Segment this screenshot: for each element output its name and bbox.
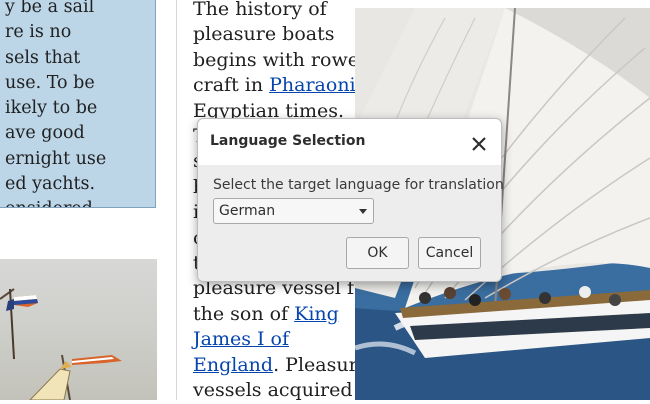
left-text-line: y be a sail — [5, 0, 95, 17]
article-line: England. Pleasure — [193, 353, 369, 378]
dialog-title: Language Selection — [210, 133, 366, 149]
article-text-fragment: craft in — [193, 74, 270, 97]
language-selection-dialog: Language Selection Select the target lan… — [197, 118, 504, 282]
article-line: The history of — [193, 0, 327, 20]
article-line: begins with rowed — [193, 48, 372, 71]
ship-flags-image — [0, 259, 157, 400]
king-james-link[interactable]: King — [294, 303, 339, 325]
article-line: James I of — [193, 327, 353, 352]
cancel-button[interactable]: Cancel — [418, 237, 481, 269]
language-dropdown[interactable]: German — [213, 198, 374, 224]
england-link[interactable]: England — [193, 354, 273, 376]
king-james-link-cont[interactable]: James I of — [193, 328, 289, 350]
ok-button[interactable]: OK — [346, 237, 409, 269]
left-text-line: ave good — [5, 123, 85, 144]
column-divider — [176, 0, 177, 400]
left-text-line: re is no — [5, 22, 72, 43]
close-button[interactable] — [471, 136, 487, 152]
language-prompt: Select the target language for translati… — [213, 177, 504, 193]
article-line: the son of King — [193, 302, 353, 327]
ship-flags-illustration — [0, 288, 122, 400]
left-text-line: onsidered — [5, 197, 155, 207]
left-text-line: ikely to be — [5, 98, 98, 119]
article-line: pleasure boats — [193, 23, 335, 46]
left-text-line: ernight use — [5, 148, 107, 169]
left-text-line: sels that — [5, 47, 81, 68]
left-text-line: ed yachts. — [5, 174, 96, 195]
pharaonic-link[interactable]: Pharaonic — [269, 74, 366, 96]
left-text-line: use. To be — [5, 72, 95, 93]
article-line: craft in Pharaonic — [193, 73, 366, 98]
dialog-header: Language Selection — [198, 119, 501, 165]
article-text-fragment: the son of — [193, 302, 295, 325]
left-info-text: y be a sail re is no sels that use. To b… — [0, 0, 106, 207]
selected-language: German — [219, 203, 276, 219]
left-info-box: y be a sail re is no sels that use. To b… — [0, 0, 156, 208]
close-icon[interactable] — [471, 136, 487, 152]
dropdown-arrow-icon — [359, 209, 367, 214]
